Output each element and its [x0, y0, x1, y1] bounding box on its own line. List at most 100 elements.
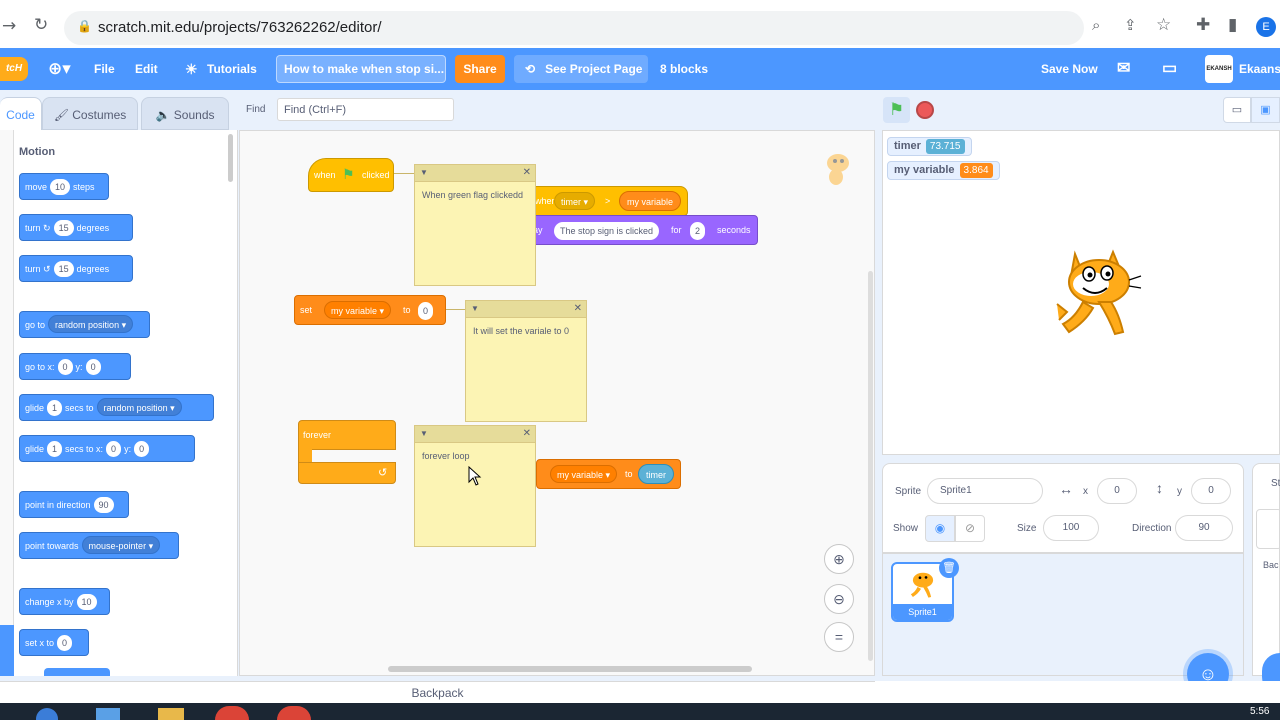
block-input[interactable]: 1	[47, 441, 63, 457]
edit-menu[interactable]: Edit	[135, 48, 158, 90]
tab-sounds[interactable]: 🔈 Sounds	[141, 97, 229, 130]
chrome-icon[interactable]	[215, 706, 249, 720]
block-input[interactable]: 0	[134, 441, 150, 457]
block-dropdown[interactable]: my variable ▾	[550, 465, 618, 483]
profile-avatar[interactable]: E	[1256, 17, 1276, 37]
large-stage-icon[interactable]: ▣	[1251, 97, 1280, 123]
comment-text[interactable]: It will set the variale to 0	[466, 318, 586, 345]
block-dropdown[interactable]: timer ▾	[554, 192, 596, 210]
direction-input[interactable]: 90	[1175, 515, 1233, 541]
comment-note[interactable]: ▼ ✕ It will set the variale to 0	[465, 300, 587, 422]
messages-icon[interactable]: ✉	[1117, 48, 1130, 90]
set-variable-timer-block[interactable]: my variable ▾ to timer	[536, 459, 681, 489]
hide-eye-icon[interactable]: ⊘	[955, 515, 985, 542]
block-input[interactable]: 90	[93, 497, 114, 513]
sidebar-icon[interactable]: ▮	[1228, 15, 1237, 35]
block-dropdown[interactable]: random position ▾	[96, 398, 182, 416]
share-button[interactable]: Share	[455, 55, 505, 83]
when-flag-clicked-block[interactable]: when ⚑ clicked	[308, 158, 394, 192]
project-title-input[interactable]: How to make when stop si...	[276, 55, 446, 83]
zoom-reset-icon[interactable]: =	[824, 622, 854, 652]
collapse-arrow-icon[interactable]: ▼	[420, 168, 428, 177]
sprite-name-input[interactable]: Sprite1	[927, 478, 1043, 504]
start-icon[interactable]	[36, 708, 58, 720]
script-area[interactable]: when ⚑ clicked when timer ▾ > my variabl…	[239, 130, 875, 676]
delete-trash-icon[interactable]: 🗑	[939, 558, 959, 578]
see-project-page-button[interactable]: ⟲ See Project Page	[514, 55, 648, 83]
block-input[interactable]: 0	[57, 359, 73, 375]
green-flag-icon[interactable]: ⚑	[883, 97, 910, 123]
block-input[interactable]: 2	[690, 222, 706, 240]
block-input[interactable]: 0	[418, 302, 434, 320]
comment-header[interactable]: ▼ ✕	[415, 165, 535, 182]
sprite-cat-icon[interactable]	[1053, 246, 1145, 341]
variable-monitor[interactable]: my variable 3.864	[887, 161, 1000, 180]
forever-block[interactable]: forever ↺	[298, 420, 396, 484]
y-input[interactable]: 0	[1191, 478, 1231, 504]
turn-right-block[interactable]: turn ↻ 15 degrees	[19, 214, 133, 241]
block-input[interactable]: 0	[85, 359, 101, 375]
set-variable-block[interactable]: set my variable ▾ to 0	[294, 295, 446, 325]
show-eye-icon[interactable]: ◉	[925, 515, 955, 542]
block-dropdown[interactable]: random position ▾	[48, 315, 134, 333]
block-input[interactable]: 1	[47, 400, 63, 416]
glide-to-block[interactable]: glide 1 secs to random position ▾	[19, 394, 214, 421]
block-input[interactable]: 15	[53, 261, 74, 277]
comment-note[interactable]: ▼ ✕ When green flag clickedd	[414, 164, 536, 286]
zoom-icon[interactable]: ⌕	[1092, 16, 1100, 34]
x-input[interactable]: 0	[1097, 478, 1137, 504]
sensing-reporter[interactable]: timer	[638, 464, 674, 484]
point-direction-block[interactable]: point in direction 90	[19, 491, 129, 518]
size-input[interactable]: 100	[1043, 515, 1099, 541]
block-input[interactable]: 10	[50, 179, 71, 195]
block-input[interactable]: 0	[106, 441, 122, 457]
go-to-block[interactable]: go to random position ▾	[19, 311, 150, 338]
block-input[interactable]: 10	[76, 594, 97, 610]
go-to-xy-block[interactable]: go to x: 0 y: 0	[19, 353, 131, 380]
change-x-block[interactable]: change x by 10	[19, 588, 110, 615]
close-icon[interactable]: ✕	[523, 428, 531, 439]
scratch-logo[interactable]: tcH	[0, 57, 28, 81]
zoom-out-icon[interactable]: ⊖	[824, 584, 854, 614]
set-x-block[interactable]: set x to 0	[19, 629, 89, 656]
vertical-scrollbar[interactable]	[868, 271, 873, 661]
small-stage-icon[interactable]: ▭	[1223, 97, 1251, 123]
user-avatar[interactable]: EKANSH	[1205, 55, 1233, 83]
stage-thumbnail[interactable]	[1256, 509, 1280, 549]
forward-icon[interactable]: →	[2, 16, 16, 36]
comment-header[interactable]: ▼ ✕	[415, 426, 535, 443]
block-input[interactable]: The stop sign is clicked	[554, 222, 660, 240]
timer-monitor[interactable]: timer 73.715	[887, 137, 972, 156]
move-steps-block[interactable]: move 10 steps	[19, 173, 109, 200]
taskbar-app-icon[interactable]	[96, 708, 120, 720]
my-stuff-folder-icon[interactable]: ▭	[1162, 48, 1177, 90]
comment-text[interactable]: When green flag clickedd	[415, 182, 535, 209]
when-timer-greater-block[interactable]: when timer ▾ > my variable	[530, 186, 688, 216]
close-icon[interactable]: ✕	[574, 303, 582, 314]
save-now-button[interactable]: Save Now	[1041, 48, 1098, 90]
glide-xy-block[interactable]: glide 1 secs to x: 0 y: 0	[19, 435, 195, 462]
username[interactable]: Ekaansh	[1239, 48, 1280, 90]
language-globe-icon[interactable]: ⊕▾	[48, 48, 71, 90]
comment-header[interactable]: ▼ ✕	[466, 301, 586, 318]
say-for-secs-block[interactable]: ay The stop sign is clicked for 2 second…	[530, 215, 758, 245]
horizontal-scrollbar[interactable]	[388, 666, 752, 672]
stage[interactable]: timer 73.715 my variable 3.864	[882, 130, 1280, 455]
block-dropdown[interactable]: my variable ▾	[324, 301, 392, 319]
comment-note[interactable]: ▼ ✕ forever loop	[414, 425, 536, 547]
block-input[interactable]: 0	[57, 635, 73, 651]
block-dropdown[interactable]: mouse-pointer ▾	[81, 536, 161, 554]
share-page-icon[interactable]: ⇪	[1124, 16, 1137, 34]
file-menu[interactable]: File	[94, 48, 115, 90]
address-bar[interactable]: 🔒 scratch.mit.edu/projects/763262262/edi…	[64, 11, 1084, 45]
collapse-arrow-icon[interactable]: ▼	[471, 304, 479, 313]
block-input[interactable]: 15	[53, 220, 74, 236]
tutorials-button[interactable]: Tutorials	[207, 48, 257, 90]
close-icon[interactable]: ✕	[523, 167, 531, 178]
point-towards-block[interactable]: point towards mouse-pointer ▾	[19, 532, 179, 559]
stop-sign-icon[interactable]	[916, 101, 934, 119]
stage-target-panel[interactable]: St Bac	[1252, 463, 1280, 676]
palette-scrollbar[interactable]	[228, 134, 233, 182]
variable-reporter[interactable]: my variable	[619, 191, 682, 211]
folder-icon[interactable]	[158, 708, 184, 720]
